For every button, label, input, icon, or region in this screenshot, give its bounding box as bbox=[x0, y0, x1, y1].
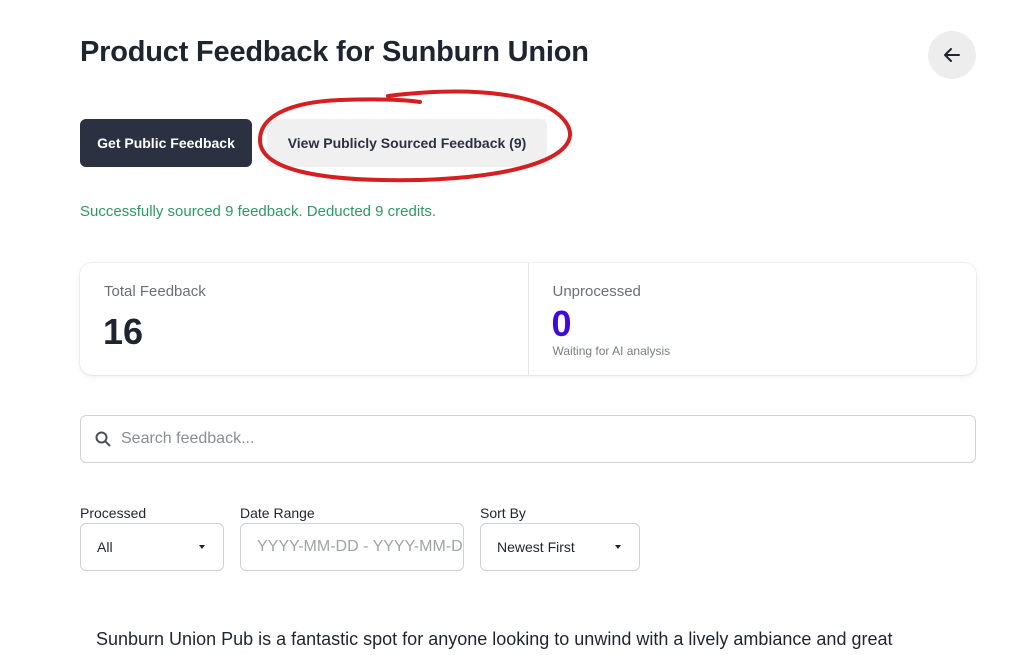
total-feedback-value: 16 bbox=[103, 311, 144, 352]
date-range-label: Date Range bbox=[240, 505, 315, 521]
unprocessed-label: Unprocessed bbox=[552, 283, 641, 300]
stats-card: Total Feedback 16 Unprocessed 0 Waiting … bbox=[80, 263, 976, 375]
get-public-feedback-button[interactable]: Get Public Feedback bbox=[80, 119, 252, 167]
unprocessed-stat: Unprocessed 0 Waiting for AI analysis bbox=[527, 263, 977, 375]
processed-select[interactable]: All bbox=[80, 523, 224, 571]
date-range-input[interactable] bbox=[240, 523, 464, 571]
unprocessed-subtext: Waiting for AI analysis bbox=[552, 344, 671, 358]
total-feedback-stat: Total Feedback 16 bbox=[80, 263, 528, 375]
feedback-item-text: Sunburn Union Pub is a fantastic spot fo… bbox=[96, 629, 893, 649]
arrow-left-icon bbox=[944, 48, 960, 62]
unprocessed-value: 0 bbox=[551, 303, 572, 344]
sort-by-label: Sort By bbox=[480, 505, 526, 521]
sort-by-select[interactable]: Newest First bbox=[480, 523, 640, 571]
view-sourced-feedback-button[interactable]: View Publicly Sourced Feedback (9) bbox=[267, 119, 547, 167]
total-feedback-label: Total Feedback bbox=[104, 283, 206, 300]
processed-select-value: All bbox=[97, 539, 113, 555]
chevron-down-icon bbox=[615, 545, 621, 549]
processed-filter-label: Processed bbox=[80, 505, 147, 521]
search-box[interactable] bbox=[80, 415, 976, 463]
back-button[interactable] bbox=[928, 31, 976, 79]
success-message: Successfully sourced 9 feedback. Deducte… bbox=[80, 203, 437, 220]
search-icon bbox=[95, 431, 111, 447]
chevron-down-icon bbox=[199, 545, 205, 549]
search-input[interactable] bbox=[121, 430, 941, 448]
page-title: Product Feedback for Sunburn Union bbox=[80, 36, 589, 68]
sort-by-select-value: Newest First bbox=[497, 539, 575, 555]
